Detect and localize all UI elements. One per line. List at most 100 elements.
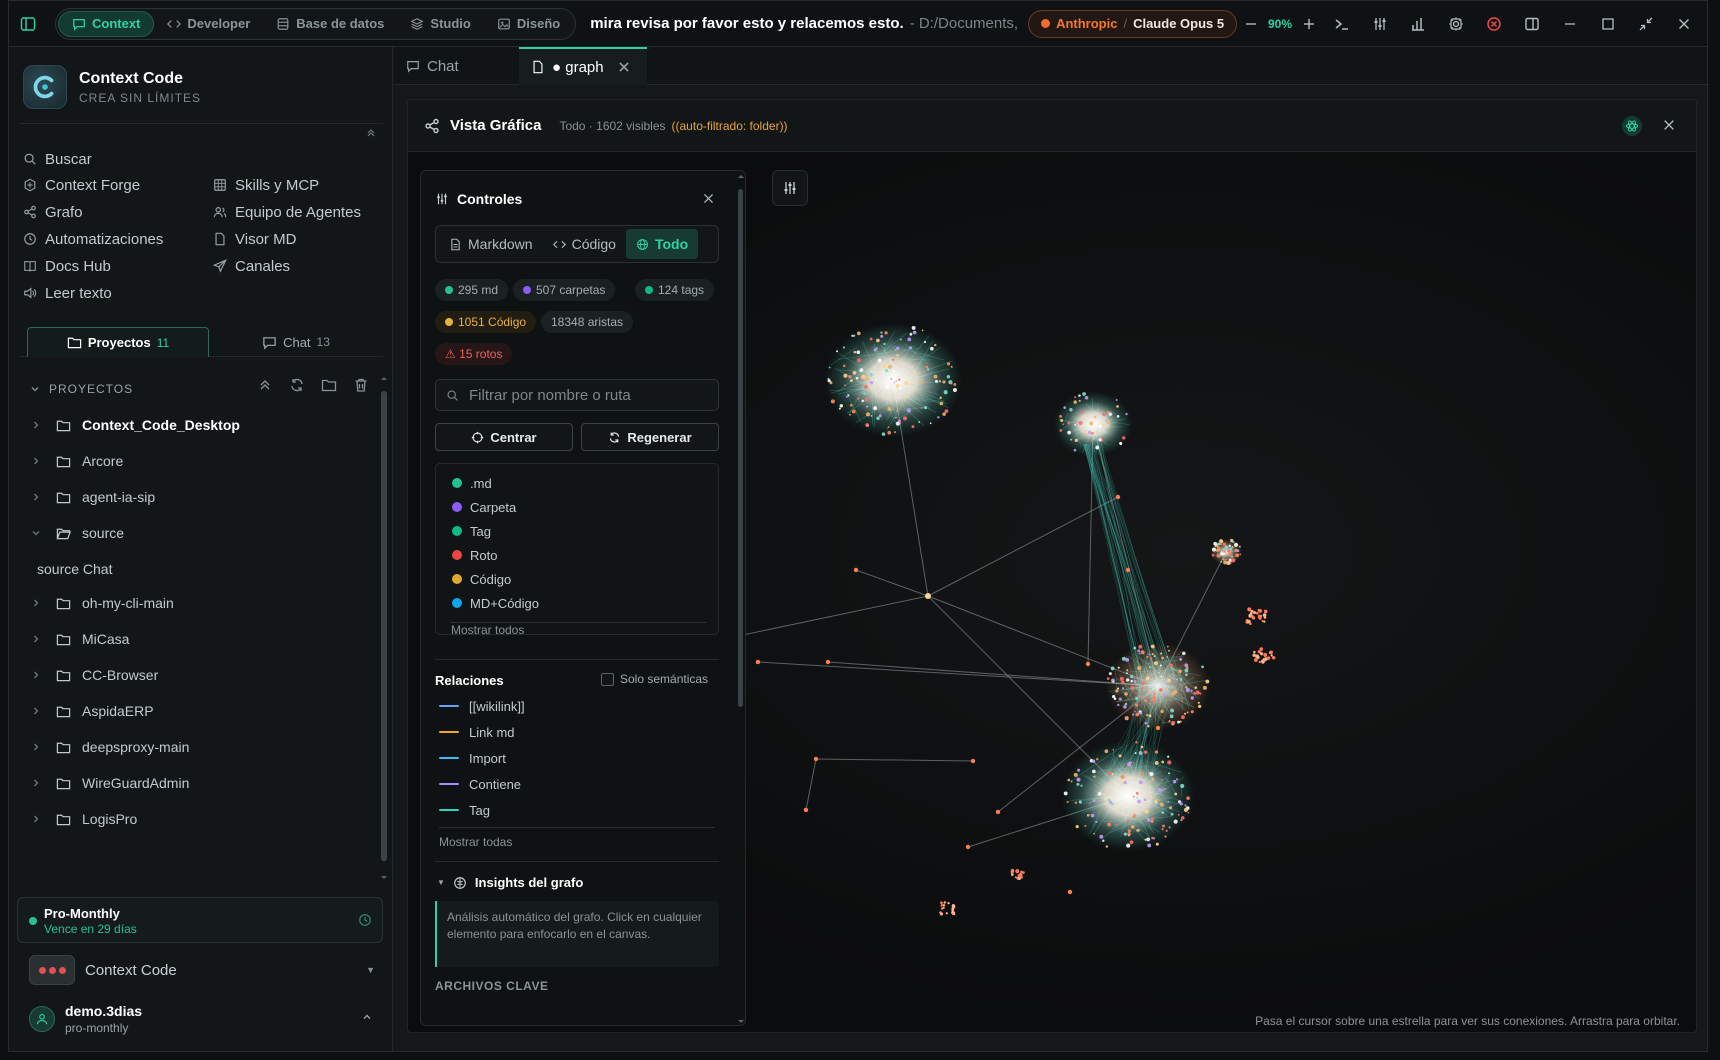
relation-import[interactable]: Import	[439, 749, 506, 767]
stop-button[interactable]	[1475, 1, 1513, 47]
semantic-only-toggle[interactable]: Solo semánticas	[601, 672, 708, 686]
center-button[interactable]: Centrar	[435, 423, 573, 451]
project-item[interactable]: Arcore	[29, 449, 369, 473]
nav-docs-hub[interactable]: Docs Hub	[23, 255, 111, 277]
nav-read-text[interactable]: Leer texto	[23, 282, 112, 304]
tab-projects[interactable]: Proyectos 11	[27, 327, 209, 357]
new-folder-icon[interactable]	[321, 377, 337, 393]
nav-context-forge[interactable]: Context Forge	[23, 174, 140, 196]
mode-markdown[interactable]: Markdown	[439, 229, 543, 259]
nav-search[interactable]: Buscar	[23, 148, 92, 170]
chevron-right-icon[interactable]	[29, 633, 43, 645]
chevron-right-icon[interactable]	[29, 669, 43, 681]
sliders-button[interactable]	[1361, 1, 1399, 47]
scrollbar-thumb[interactable]	[381, 391, 387, 861]
nav-graph[interactable]: Grafo	[23, 201, 83, 223]
relation-contains[interactable]: Contiene	[439, 775, 521, 793]
close-tab-icon[interactable]	[617, 60, 631, 74]
relation-tag[interactable]: Tag	[439, 801, 490, 819]
controls-scrollbar[interactable]	[737, 171, 745, 1025]
tab-graph[interactable]: ● graph	[519, 47, 647, 85]
project-item[interactable]: MiCasa	[29, 627, 369, 651]
project-item[interactable]: AspidaERP	[29, 699, 369, 723]
compact-button[interactable]	[1627, 1, 1665, 47]
close-icon[interactable]	[702, 192, 715, 205]
workspace-selector[interactable]: Context Code ▼	[29, 953, 375, 987]
refresh-icon[interactable]	[289, 377, 305, 393]
stat-chip-tags[interactable]: 124 tags	[635, 279, 715, 301]
semantic-only-checkbox[interactable]	[601, 672, 614, 686]
stat-chip-broken[interactable]: ⚠ 15 rotos	[435, 343, 513, 365]
collapse-all-icon[interactable]	[257, 377, 273, 393]
nav-agent-team[interactable]: Equipo de Agentes	[213, 201, 361, 223]
legend-item-tag[interactable]: Tag	[452, 522, 491, 540]
filter-input[interactable]	[469, 386, 709, 404]
model-selector[interactable]: Anthropic / Claude Opus 5	[1028, 9, 1238, 38]
filter-field[interactable]	[435, 379, 719, 411]
plan-card[interactable]: Pro-Monthly Vence en 29 días	[17, 897, 383, 943]
controls-toggle-button[interactable]	[772, 170, 808, 206]
nav-automations[interactable]: Automatizaciones	[23, 228, 163, 250]
regenerate-button[interactable]: Regenerar	[581, 423, 719, 451]
chevron-right-icon[interactable]	[29, 705, 43, 717]
split-view-button[interactable]	[1513, 1, 1551, 47]
minimize-button[interactable]	[1551, 1, 1589, 47]
stat-chip-code[interactable]: 1051 Código	[435, 311, 537, 333]
relation-link-md[interactable]: Link md	[439, 723, 515, 741]
sidebar-toggle-icon[interactable]	[9, 1, 47, 47]
mode-code[interactable]: Código	[543, 229, 626, 259]
chevron-right-icon[interactable]	[29, 419, 43, 431]
mode-context[interactable]: Context	[58, 10, 155, 37]
project-item[interactable]: deepsproxy-main	[29, 735, 369, 759]
nav-channels[interactable]: Canales	[213, 255, 290, 277]
close-window-button[interactable]	[1665, 1, 1703, 47]
stats-button[interactable]	[1399, 1, 1437, 47]
project-item[interactable]: agent-ia-sip	[29, 485, 369, 509]
scrollbar-thumb[interactable]	[738, 189, 743, 707]
tab-chat[interactable]: Chat 13	[211, 327, 381, 357]
project-item[interactable]: CC-Browser	[29, 663, 369, 687]
stat-chip-md[interactable]: 295 md	[435, 279, 509, 301]
mode-design[interactable]: Diseño	[484, 11, 573, 37]
sidebar-scrollbar[interactable]	[381, 375, 387, 881]
collapse-nav-icon[interactable]	[365, 127, 377, 139]
chevron-right-icon[interactable]	[29, 741, 43, 753]
legend-item-md-code[interactable]: MD+Código	[452, 594, 539, 612]
user-profile[interactable]: demo.3dias pro-monthly	[29, 999, 379, 1039]
show-all-relations-link[interactable]: Mostrar todas	[439, 835, 512, 849]
mode-all[interactable]: Todo	[625, 229, 699, 259]
mode-developer[interactable]: Developer	[154, 11, 263, 37]
mode-studio[interactable]: Studio	[397, 11, 483, 37]
terminal-button[interactable]	[1323, 1, 1361, 47]
chevron-down-icon[interactable]	[29, 527, 43, 539]
project-item[interactable]: WireGuardAdmin	[29, 771, 369, 795]
project-item[interactable]: source	[29, 521, 369, 545]
chevron-right-icon[interactable]	[29, 491, 43, 503]
settings-button[interactable]	[1437, 1, 1475, 47]
close-icon[interactable]	[1662, 118, 1676, 132]
legend-item-folder[interactable]: Carpeta	[452, 498, 516, 516]
tab-chat-editor[interactable]: Chat	[394, 47, 502, 85]
project-item[interactable]: Context_Code_Desktop	[29, 413, 369, 437]
nav-md-viewer[interactable]: Visor MD	[213, 228, 296, 250]
maximize-button[interactable]	[1589, 1, 1627, 47]
legend-item-code[interactable]: Código	[452, 570, 511, 588]
legend-item-md[interactable]: .md	[452, 474, 492, 492]
project-item[interactable]: oh-my-cli-main	[29, 591, 369, 615]
nav-skills-mcp[interactable]: Skills y MCP	[213, 174, 319, 196]
ai-atom-icon[interactable]	[1622, 116, 1642, 136]
insights-header[interactable]: ▼ Insights del grafo	[437, 875, 583, 890]
project-item[interactable]: LogisPro	[29, 807, 369, 831]
show-all-nodes-link[interactable]: Mostrar todos	[451, 623, 524, 637]
project-item[interactable]: source Chat	[29, 557, 369, 581]
chevron-right-icon[interactable]	[29, 597, 43, 609]
legend-item-broken[interactable]: Roto	[452, 546, 497, 564]
zoom-out-button[interactable]	[1237, 1, 1265, 47]
chevron-right-icon[interactable]	[29, 455, 43, 467]
relation-wikilink[interactable]: [[wikilink]]	[439, 697, 525, 715]
chevron-right-icon[interactable]	[29, 777, 43, 789]
mode-database[interactable]: Base de datos	[263, 11, 397, 37]
chevron-down-icon[interactable]	[29, 383, 41, 395]
chevron-right-icon[interactable]	[29, 813, 43, 825]
zoom-in-button[interactable]	[1295, 1, 1323, 47]
